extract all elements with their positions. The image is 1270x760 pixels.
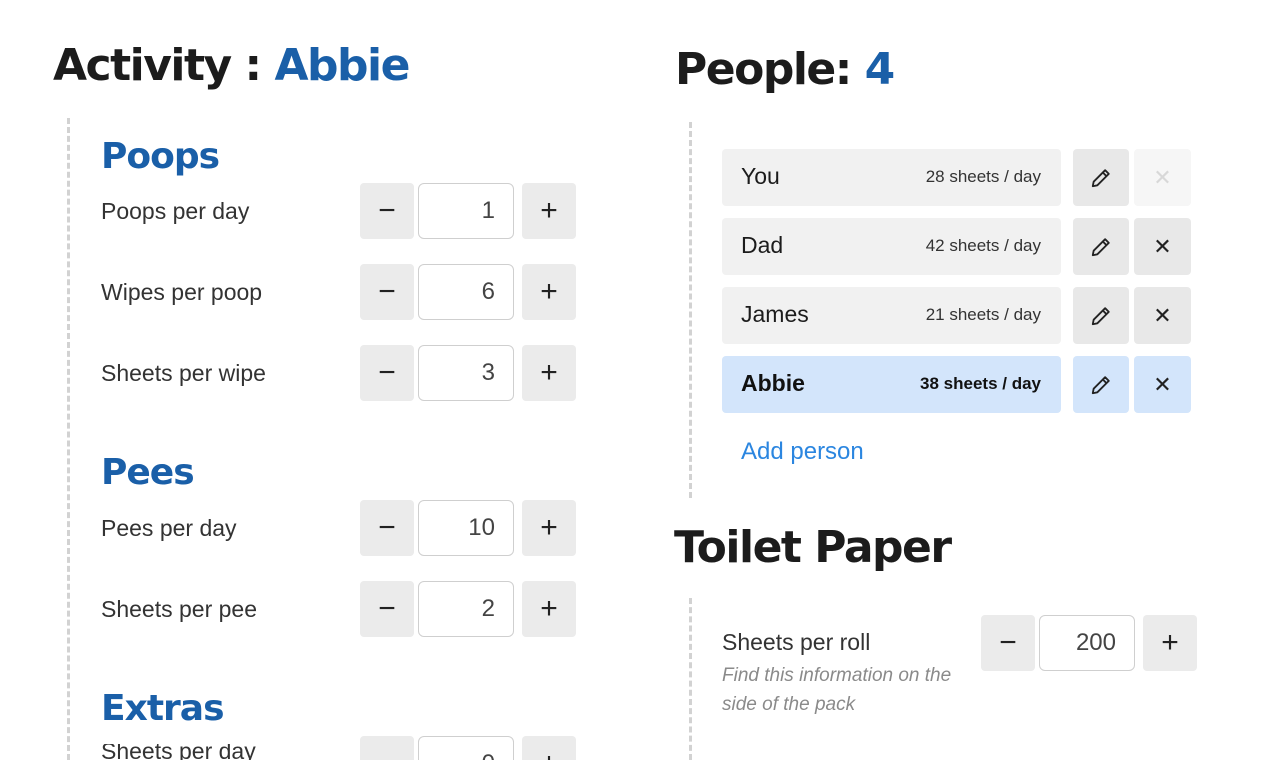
toilet-paper-heading: Toilet Paper: [674, 522, 952, 573]
person-name: Dad: [741, 232, 784, 258]
decrement-button[interactable]: −: [360, 500, 414, 556]
decrement-button[interactable]: −: [360, 264, 414, 320]
section-title-extras: Extras: [101, 688, 224, 729]
person-row-you: You 28 sheets / day ✕: [722, 149, 1191, 206]
increment-button[interactable]: +: [522, 264, 576, 320]
person-name: You: [741, 163, 780, 189]
pencil-icon: [1091, 237, 1110, 256]
pees-per-day-label: Pees per day: [101, 515, 237, 541]
increment-button[interactable]: +: [522, 500, 576, 556]
edit-person-button[interactable]: [1073, 149, 1129, 206]
activity-heading: Activity : Abbie: [53, 40, 410, 91]
remove-person-button[interactable]: ✕: [1134, 218, 1191, 275]
section-title-pees: Pees: [101, 452, 195, 493]
sheets-per-roll-stepper: − 200 +: [981, 615, 1197, 671]
close-icon: ✕: [1153, 233, 1172, 259]
sheets-per-wipe-input[interactable]: 3: [418, 345, 514, 401]
decrement-button[interactable]: −: [360, 581, 414, 637]
sheets-per-day-stepper: − 0 +: [360, 736, 576, 760]
person-row-dad: Dad 42 sheets / day ✕: [722, 218, 1191, 275]
pees-per-day-stepper: − 10 +: [360, 500, 576, 556]
person-name: James: [741, 301, 809, 327]
sheets-per-day-input[interactable]: 0: [418, 736, 514, 760]
sheets-per-wipe-label: Sheets per wipe: [101, 360, 266, 386]
remove-person-button: ✕: [1134, 149, 1191, 206]
people-divider: [689, 122, 692, 498]
remove-person-button[interactable]: ✕: [1134, 287, 1191, 344]
edit-person-button[interactable]: [1073, 287, 1129, 344]
people-title: People:: [675, 44, 865, 95]
toilet-paper-divider: [689, 598, 692, 760]
person-sheets: 42 sheets / day: [925, 236, 1041, 255]
sheets-per-roll-input[interactable]: 200: [1039, 615, 1135, 671]
people-heading: People: 4: [675, 44, 896, 95]
person-row-james: James 21 sheets / day ✕: [722, 287, 1191, 344]
decrement-button[interactable]: −: [360, 736, 414, 760]
wipes-per-poop-stepper: − 6 +: [360, 264, 576, 320]
poops-per-day-stepper: − 1 +: [360, 183, 576, 239]
add-person-link[interactable]: Add person: [741, 438, 864, 466]
decrement-button[interactable]: −: [360, 183, 414, 239]
people-count: 4: [864, 44, 896, 95]
close-icon: ✕: [1153, 371, 1172, 397]
person-row-abbie: Abbie 38 sheets / day ✕: [722, 356, 1191, 413]
sheets-per-wipe-stepper: − 3 +: [360, 345, 576, 401]
wipes-per-poop-input[interactable]: 6: [418, 264, 514, 320]
sheets-per-pee-stepper: − 2 +: [360, 581, 576, 637]
person-select-dad[interactable]: Dad 42 sheets / day: [722, 218, 1061, 275]
poops-per-day-input[interactable]: 1: [418, 183, 514, 239]
decrement-button[interactable]: −: [360, 345, 414, 401]
sheets-per-roll-label: Sheets per roll: [722, 629, 871, 655]
person-select-james[interactable]: James 21 sheets / day: [722, 287, 1061, 344]
sheets-per-day-label-text: Sheets per day: [101, 744, 256, 760]
person-sheets: 21 sheets / day: [925, 305, 1041, 324]
person-sheets: 28 sheets / day: [925, 167, 1041, 186]
pencil-icon: [1091, 306, 1110, 325]
sheets-per-pee-label: Sheets per pee: [101, 596, 258, 622]
person-name: Abbie: [741, 370, 805, 396]
pencil-icon: [1091, 375, 1110, 394]
activity-divider: [67, 118, 70, 760]
edit-person-button[interactable]: [1073, 356, 1129, 413]
activity-title: Activity :: [53, 40, 275, 91]
poops-per-day-label: Poops per day: [101, 198, 250, 224]
sheets-per-roll-hint: Find this information on the side of the…: [722, 665, 952, 715]
sheets-per-day-label: Sheets per day: [101, 744, 256, 760]
close-icon: ✕: [1153, 164, 1172, 190]
increment-button[interactable]: +: [522, 345, 576, 401]
increment-button[interactable]: +: [522, 183, 576, 239]
person-select-abbie[interactable]: Abbie 38 sheets / day: [722, 356, 1061, 413]
person-sheets: 38 sheets / day: [920, 374, 1041, 393]
activity-person-name: Abbie: [274, 40, 410, 91]
increment-button[interactable]: +: [1143, 615, 1197, 671]
edit-person-button[interactable]: [1073, 218, 1129, 275]
pencil-icon: [1091, 168, 1110, 187]
section-title-poops: Poops: [101, 136, 220, 177]
wipes-per-poop-label: Wipes per poop: [101, 279, 263, 305]
increment-button[interactable]: +: [522, 581, 576, 637]
pees-per-day-input[interactable]: 10: [418, 500, 514, 556]
close-icon: ✕: [1153, 302, 1172, 328]
increment-button[interactable]: +: [522, 736, 576, 760]
remove-person-button[interactable]: ✕: [1134, 356, 1191, 413]
sheets-per-pee-input[interactable]: 2: [418, 581, 514, 637]
person-select-you[interactable]: You 28 sheets / day: [722, 149, 1061, 206]
decrement-button[interactable]: −: [981, 615, 1035, 671]
